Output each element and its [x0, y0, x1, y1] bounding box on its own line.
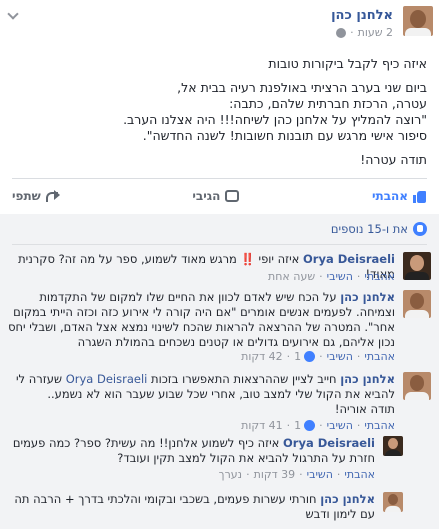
- commenter-avatar[interactable]: [403, 290, 431, 318]
- comment-thanks: תודה אוריה!: [334, 402, 395, 416]
- like-reaction-icon: [413, 222, 427, 236]
- share-icon: [45, 190, 60, 202]
- commenter-name[interactable]: אלחנן כהן: [340, 290, 395, 304]
- comment-time[interactable]: 42 דקות: [241, 350, 283, 363]
- comment: Orya Deisraeli איזה יופי ‼️ מרגש מאוד לש…: [8, 252, 431, 292]
- share-label: שתפי: [12, 189, 41, 203]
- commenter-name[interactable]: אלחנן כהן: [340, 372, 395, 386]
- reply: Orya Deisraeli איזה כיף לשמוע אלחנן!! מה…: [8, 436, 403, 486]
- commenter-avatar[interactable]: [403, 252, 431, 280]
- post-line-4: "רוצה להמליץ על אלחנן כהן לשיחה!!! היה א…: [123, 112, 427, 127]
- comment-reaction-count[interactable]: 1: [294, 350, 316, 363]
- author-avatar[interactable]: [403, 6, 433, 36]
- comment: אלחנן כהן חייב לציין שההרצאות התאפשרו בז…: [8, 372, 431, 442]
- comment-button[interactable]: הגיבי: [192, 189, 240, 203]
- thumbs-up-icon: [413, 190, 427, 203]
- comment-like-link[interactable]: אהבתי: [364, 419, 395, 432]
- comment-meta: אהבתי · השיבי · 1 · 41 דקות: [241, 419, 395, 432]
- chevron-down-icon[interactable]: [8, 10, 18, 20]
- comment-body: אלחנן כהן חורתי עשרות פעמים, בשכבי ובקומ…: [8, 492, 375, 522]
- post-line-5: סיפור אישי מרגש עם תובנות חשובות! לשנה ה…: [142, 128, 427, 143]
- comment-reply-link[interactable]: השיבי: [327, 270, 353, 283]
- comment-time[interactable]: 39 דקות: [254, 468, 296, 481]
- like-reaction-icon: [304, 351, 316, 362]
- comment-meta: אהבתי · השיבי · 39 דקות · נערך: [218, 468, 375, 481]
- comment-time[interactable]: שעה אחת: [268, 270, 315, 283]
- comment-body: אלחנן כהן חייב לציין שההרצאות התאפשרו בז…: [8, 372, 395, 417]
- comment-time[interactable]: 41 דקות: [241, 419, 283, 432]
- comment-reply-link[interactable]: השיבי: [327, 350, 353, 363]
- post-line-3: עטרה, הרכזת חברתית שלהם, כתבה:: [229, 96, 427, 111]
- comment-like-link[interactable]: אהבתי: [344, 468, 375, 481]
- like-button[interactable]: אהבתי: [372, 189, 427, 203]
- comment-icon: [225, 190, 240, 202]
- comment-text: על הכח שיש לאדם לכוון את החיים שלו למקום…: [8, 290, 395, 349]
- reactions-summary[interactable]: את ו-15 נוספים: [331, 222, 427, 236]
- comment-like-link[interactable]: אהבתי: [364, 350, 395, 363]
- commenter-avatar[interactable]: [383, 436, 403, 456]
- comment-label: הגיבי: [192, 189, 221, 203]
- comment-reply-link[interactable]: השיבי: [307, 468, 333, 481]
- reactions-count: את ו-15 נוספים: [330, 222, 408, 236]
- post-time[interactable]: 2 שעות: [358, 26, 393, 39]
- commenter-name[interactable]: Orya Deisraeli: [283, 436, 375, 450]
- commenter-avatar[interactable]: [403, 372, 431, 400]
- edited-label[interactable]: נערך: [219, 468, 242, 481]
- divider: [12, 244, 427, 245]
- facebook-post: אלחנן כהן 2 שעות · איזה כיף לקבל ביקורות…: [0, 0, 439, 529]
- mention-link[interactable]: Orya Deisraeli: [66, 372, 148, 386]
- post-meta: 2 שעות ·: [336, 26, 393, 39]
- post-line-1: איזה כיף לקבל ביקורות טובות: [268, 56, 427, 71]
- reaction-count-value: 1: [294, 350, 302, 363]
- comment-reaction-count[interactable]: 1: [294, 419, 316, 432]
- share-button[interactable]: שתפי: [12, 189, 60, 203]
- post-actions: אהבתי הגיבי שתפי: [12, 183, 427, 209]
- dot-separator: ·: [350, 26, 354, 39]
- post-line-6: תודה עטרה!: [360, 152, 427, 167]
- commenter-name[interactable]: Orya Deisraeli: [303, 252, 395, 266]
- post-line-2: ביום שני בערב הרציתי באולפנת רעיה בבית א…: [177, 80, 427, 95]
- like-reaction-icon: [304, 420, 316, 431]
- divider: [12, 178, 427, 179]
- comment-like-link[interactable]: אהבתי: [364, 270, 395, 283]
- commenter-avatar[interactable]: [383, 492, 403, 512]
- reply: אלחנן כהן חורתי עשרות פעמים, בשכבי ובקומ…: [8, 492, 403, 528]
- comment-reply-link[interactable]: השיבי: [327, 419, 353, 432]
- commenter-name[interactable]: אלחנן כהן: [320, 492, 375, 506]
- comment-body: Orya Deisraeli איזה כיף לשמוע אלחנן!! מה…: [8, 436, 375, 466]
- comment: אלחנן כהן על הכח שיש לאדם לכוון את החיים…: [8, 290, 431, 370]
- comments-section: את ו-15 נוספים Orya Deisraeli איזה יופי …: [0, 214, 439, 529]
- like-label: אהבתי: [371, 189, 408, 203]
- globe-icon: [336, 27, 347, 38]
- comment-body: אלחנן כהן על הכח שיש לאדם לכוון את החיים…: [8, 290, 395, 350]
- comment-text-a: חייב לציין שההרצאות התאפשרו בזכות: [151, 372, 337, 386]
- reaction-count-value: 1: [294, 419, 302, 432]
- comment-meta: אהבתי · השיבי · שעה אחת: [268, 270, 395, 283]
- post-header: אלחנן כהן 2 שעות ·: [0, 0, 439, 50]
- author-name[interactable]: אלחנן כהן: [331, 8, 393, 23]
- comment-meta: אהבתי · השיבי · 1 · 42 דקות: [241, 350, 395, 363]
